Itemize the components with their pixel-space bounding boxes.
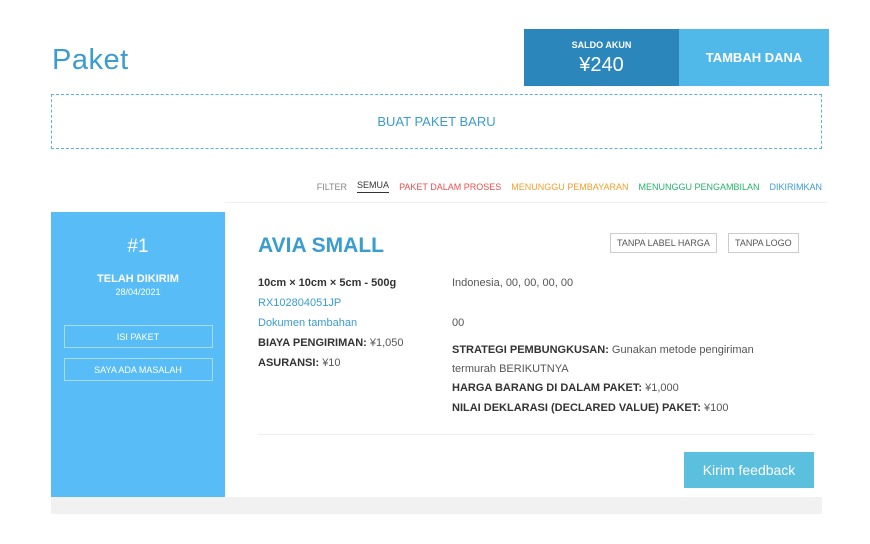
insurance: ASURANSI: ¥10 xyxy=(258,357,341,369)
tag-no-price-label: TANPA LABEL HARGA xyxy=(610,233,717,253)
tag-no-logo: TANPA LOGO xyxy=(728,233,799,253)
balance-value: ¥240 xyxy=(579,54,624,76)
tracking-number-link[interactable]: RX102804051JP xyxy=(258,297,341,309)
package-contents-button[interactable]: ISI PAKET xyxy=(63,325,213,348)
divider xyxy=(225,202,827,203)
insurance-label: ASURANSI: xyxy=(258,357,320,369)
filter-label: FILTER xyxy=(316,181,348,192)
add-fund-button[interactable]: TAMBAH DANA xyxy=(679,29,829,86)
address-code: 00 xyxy=(452,317,465,329)
filter-shipped[interactable]: DIKIRIMKAN xyxy=(769,182,822,192)
order-side-panel: #1 TELAH DIKIRIM 28/04/2021 ISI PAKET SA… xyxy=(51,212,225,498)
filter-all[interactable]: SEMUA xyxy=(357,180,390,193)
shipping-cost-value: ¥1,050 xyxy=(369,337,404,349)
send-feedback-button[interactable]: Kirim feedback xyxy=(684,452,814,488)
product-name: AVIA SMALL xyxy=(258,234,384,257)
divider xyxy=(258,434,814,435)
insurance-value: ¥10 xyxy=(322,357,341,369)
item-price: HARGA BARANG DI DALAM PAKET: ¥1,000 xyxy=(452,382,679,394)
packing-strategy-label: STRATEGI PEMBUNGKUSAN: xyxy=(452,344,609,356)
package-dimensions: 10cm × 10cm × 5cm - 500g xyxy=(258,277,397,289)
item-price-value: ¥1,000 xyxy=(645,382,679,394)
report-problem-button[interactable]: SAYA ADA MASALAH xyxy=(63,358,213,381)
packing-strategy: STRATEGI PEMBUNGKUSAN: Gunakan metode pe… xyxy=(452,344,754,356)
filter-in-process[interactable]: PAKET DALAM PROSES xyxy=(399,182,501,192)
declared-value-label: NILAI DEKLARASI (DECLARED VALUE) PAKET: xyxy=(452,402,701,414)
declared-value: NILAI DEKLARASI (DECLARED VALUE) PAKET: … xyxy=(452,402,728,414)
filter-awaiting-pickup[interactable]: MENUNGGU PENGAMBILAN xyxy=(638,182,759,192)
packing-strategy-value: Gunakan metode pengiriman xyxy=(611,344,754,356)
filter-awaiting-payment[interactable]: MENUNGGU PEMBAYARAN xyxy=(511,182,628,192)
extra-documents-link[interactable]: Dokumen tambahan xyxy=(258,317,357,329)
balance-label: SALDO AKUN xyxy=(571,40,632,50)
order-status: TELAH DIKIRIM xyxy=(97,273,179,285)
order-date: 28/04/2021 xyxy=(115,287,161,297)
create-package-label: BUAT PAKET BARU xyxy=(377,114,496,129)
packing-strategy-value-cont: termurah BERIKUTNYA xyxy=(452,363,569,375)
shipping-cost: BIAYA PENGIRIMAN: ¥1,050 xyxy=(258,337,404,349)
card-footer xyxy=(51,497,822,514)
declared-value-amount: ¥100 xyxy=(704,402,729,414)
page-title: Paket xyxy=(52,44,129,76)
account-balance: SALDO AKUN ¥240 xyxy=(524,29,679,86)
create-package-button[interactable]: BUAT PAKET BARU xyxy=(51,94,822,149)
shipping-address: Indonesia, 00, 00, 00, 00 xyxy=(452,277,574,289)
filter-bar: FILTER SEMUA PAKET DALAM PROSES MENUNGGU… xyxy=(317,180,822,193)
item-price-label: HARGA BARANG DI DALAM PAKET: xyxy=(452,382,643,394)
shipping-cost-label: BIAYA PENGIRIMAN: xyxy=(258,337,367,349)
order-number: #1 xyxy=(127,236,149,257)
